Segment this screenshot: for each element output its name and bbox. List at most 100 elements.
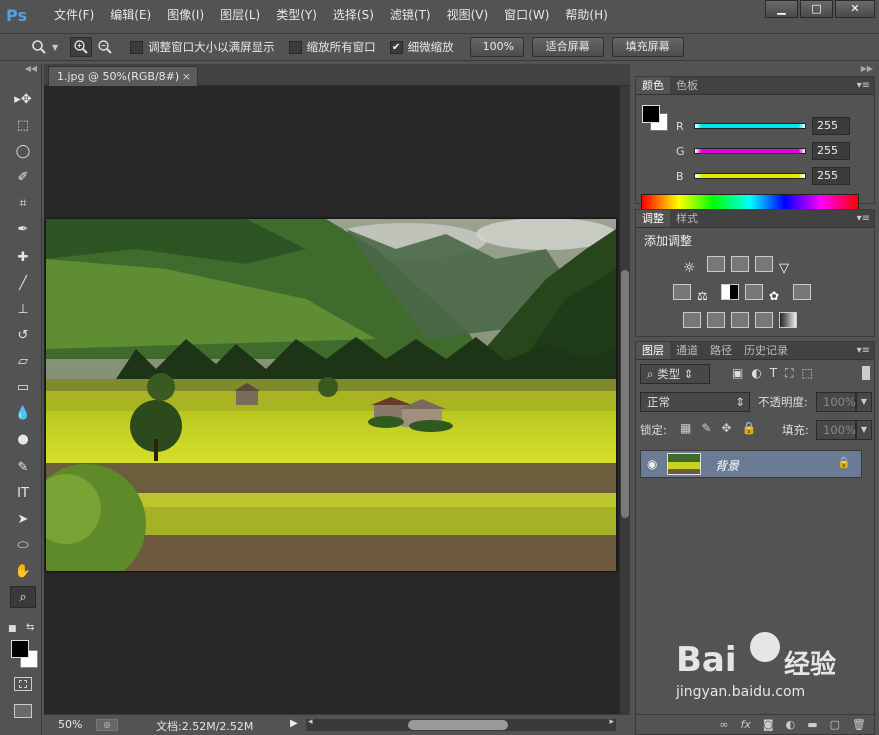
tab-history[interactable]: 历史记录	[738, 342, 794, 359]
tab-adjustments[interactable]: 调整	[636, 210, 670, 227]
hand-tool-icon[interactable]: ✋	[10, 560, 36, 582]
swap-colors-icon[interactable]: ⇆	[26, 622, 34, 633]
zoom-in-icon[interactable]	[70, 37, 93, 57]
tab-paths[interactable]: 路径	[704, 342, 738, 359]
panel-collapse-icon[interactable]: ▶▶	[632, 64, 879, 74]
menu-item[interactable]: 视图(V)	[439, 0, 497, 30]
scrollbar-thumb[interactable]	[408, 720, 508, 730]
blend-mode-select[interactable]: 正常 ⇕	[640, 392, 750, 412]
menu-item[interactable]: 图层(L)	[212, 0, 268, 30]
channel-slider[interactable]	[694, 148, 806, 154]
resize-windows-checkbox[interactable]: 调整窗口大小以满屏显示	[130, 39, 275, 55]
eyedropper-tool-icon[interactable]: ✒	[10, 218, 36, 240]
type-tool-icon[interactable]: IT	[10, 482, 36, 504]
zoom-out-icon[interactable]	[94, 37, 116, 57]
gradient-map-icon[interactable]	[779, 312, 797, 328]
canvas-area[interactable]	[44, 86, 620, 714]
layer-row-background[interactable]: ◉ 背景 🔒	[640, 450, 862, 478]
tab-channels[interactable]: 通道	[670, 342, 704, 359]
vertical-scrollbar[interactable]	[620, 86, 630, 714]
scrollbar-thumb[interactable]	[621, 270, 629, 518]
vibrance-icon[interactable]: ▽	[779, 261, 797, 277]
checkbox-box[interactable]	[288, 40, 302, 54]
panel-menu-icon[interactable]: ▾≡	[857, 77, 870, 95]
visibility-eye-icon[interactable]: ◉	[647, 457, 657, 471]
menu-item[interactable]: 帮助(H)	[557, 0, 615, 30]
scroll-left-icon[interactable]: ◂	[308, 717, 313, 727]
healing-brush-icon[interactable]: ✚	[10, 246, 36, 268]
channel-value-input[interactable]: 255	[812, 167, 850, 185]
zoom-level[interactable]: 50%	[58, 718, 82, 731]
default-colors-icon[interactable]: ■	[8, 624, 17, 634]
exposure-icon[interactable]	[755, 256, 773, 272]
menu-item[interactable]: 图像(I)	[159, 0, 212, 30]
minimize-button[interactable]: ▁	[765, 0, 798, 18]
color-lookup-icon[interactable]	[793, 284, 811, 300]
maximize-button[interactable]: □	[800, 0, 833, 18]
chevron-down-icon[interactable]: ▼	[856, 420, 872, 440]
channel-mixer-icon[interactable]: ✿	[769, 289, 787, 305]
threshold-icon[interactable]	[731, 312, 749, 328]
crop-tool-icon[interactable]: ⌗	[10, 192, 36, 214]
panel-menu-icon[interactable]: ▾≡	[857, 342, 870, 360]
move-tool-icon[interactable]: ▸✥	[10, 88, 36, 110]
posterize-icon[interactable]	[707, 312, 725, 328]
clone-stamp-icon[interactable]: ⊥	[10, 298, 36, 320]
filter-icons[interactable]: ▣◐T⛶⬚	[732, 366, 821, 381]
color-spectrum[interactable]	[641, 194, 859, 210]
menu-item[interactable]: 滤镜(T)	[382, 0, 439, 30]
levels-icon[interactable]	[707, 256, 725, 272]
channel-slider[interactable]	[694, 173, 806, 179]
fill-screen-button[interactable]: 填充屏幕	[611, 37, 684, 57]
brush-tool-icon[interactable]: ╱	[10, 272, 36, 294]
panel-menu-icon[interactable]: ▾≡	[857, 210, 870, 228]
checkbox-box[interactable]	[130, 40, 144, 54]
horizontal-scrollbar[interactable]: ◂ ▸	[306, 717, 616, 731]
blur-tool-icon[interactable]: 💧	[10, 402, 36, 424]
channel-value-input[interactable]: 255	[812, 117, 850, 135]
filter-toggle-icon[interactable]	[862, 366, 870, 380]
photo-filter-icon[interactable]	[745, 284, 763, 300]
menu-item[interactable]: 编辑(E)	[102, 0, 159, 30]
opacity-input[interactable]: 100%	[816, 392, 856, 412]
fill-input[interactable]: 100%	[816, 420, 856, 440]
brightness-icon[interactable]: ☼	[683, 260, 701, 276]
channel-value-input[interactable]: 255	[812, 142, 850, 160]
hue-saturation-icon[interactable]	[673, 284, 691, 300]
tab-color[interactable]: 颜色	[636, 77, 670, 94]
fit-screen-button[interactable]: 适合屏幕	[531, 37, 604, 57]
layer-filter-select[interactable]: ⌕ 类型 ⇕	[640, 364, 710, 384]
foreground-color-swatch[interactable]	[11, 640, 29, 658]
menu-item[interactable]: 选择(S)	[325, 0, 382, 30]
ellipse-shape-icon[interactable]: ⬭	[10, 534, 36, 556]
checkbox-checked[interactable]: ✔	[389, 40, 403, 54]
lock-icons[interactable]: ▦✎✥🔒	[680, 421, 766, 435]
zoom-tool-icon[interactable]: ⌕	[10, 586, 36, 608]
quick-mask-icon[interactable]	[14, 677, 32, 691]
tab-layers[interactable]: 图层	[636, 342, 670, 359]
quick-select-tool-icon[interactable]: ✐	[10, 166, 36, 188]
chevron-down-icon[interactable]: ▼	[856, 392, 872, 412]
close-tab-icon[interactable]: ×	[182, 67, 191, 87]
pen-tool-icon[interactable]: ✎	[10, 456, 36, 478]
path-select-icon[interactable]: ➤	[10, 508, 36, 530]
channel-slider[interactable]	[694, 123, 806, 129]
scrubby-zoom-checkbox[interactable]: ✔ 细微缩放	[389, 39, 454, 55]
document-tab[interactable]: 1.jpg @ 50%(RGB/8#) ×	[48, 66, 198, 86]
gradient-tool-icon[interactable]: ▭	[10, 376, 36, 398]
color-balance-icon[interactable]: ⚖	[697, 289, 715, 305]
history-brush-icon[interactable]: ↺	[10, 324, 36, 346]
curves-icon[interactable]	[731, 256, 749, 272]
zoom-tool-preset-icon[interactable]	[28, 37, 50, 57]
tab-swatches[interactable]: 色板	[670, 77, 704, 94]
close-button[interactable]: ✕	[835, 0, 875, 18]
actual-pixels-button[interactable]: 100%	[469, 37, 524, 57]
selective-color-icon[interactable]	[755, 312, 773, 328]
tab-styles[interactable]: 样式	[670, 210, 704, 227]
foreground-color-swatch[interactable]	[642, 105, 660, 123]
scroll-right-icon[interactable]: ▸	[609, 717, 614, 727]
black-white-icon[interactable]	[721, 284, 739, 300]
menu-item[interactable]: 类型(Y)	[268, 0, 325, 30]
chevron-down-icon[interactable]: ▼	[52, 43, 58, 52]
status-info-icon[interactable]: ◎	[96, 719, 118, 731]
